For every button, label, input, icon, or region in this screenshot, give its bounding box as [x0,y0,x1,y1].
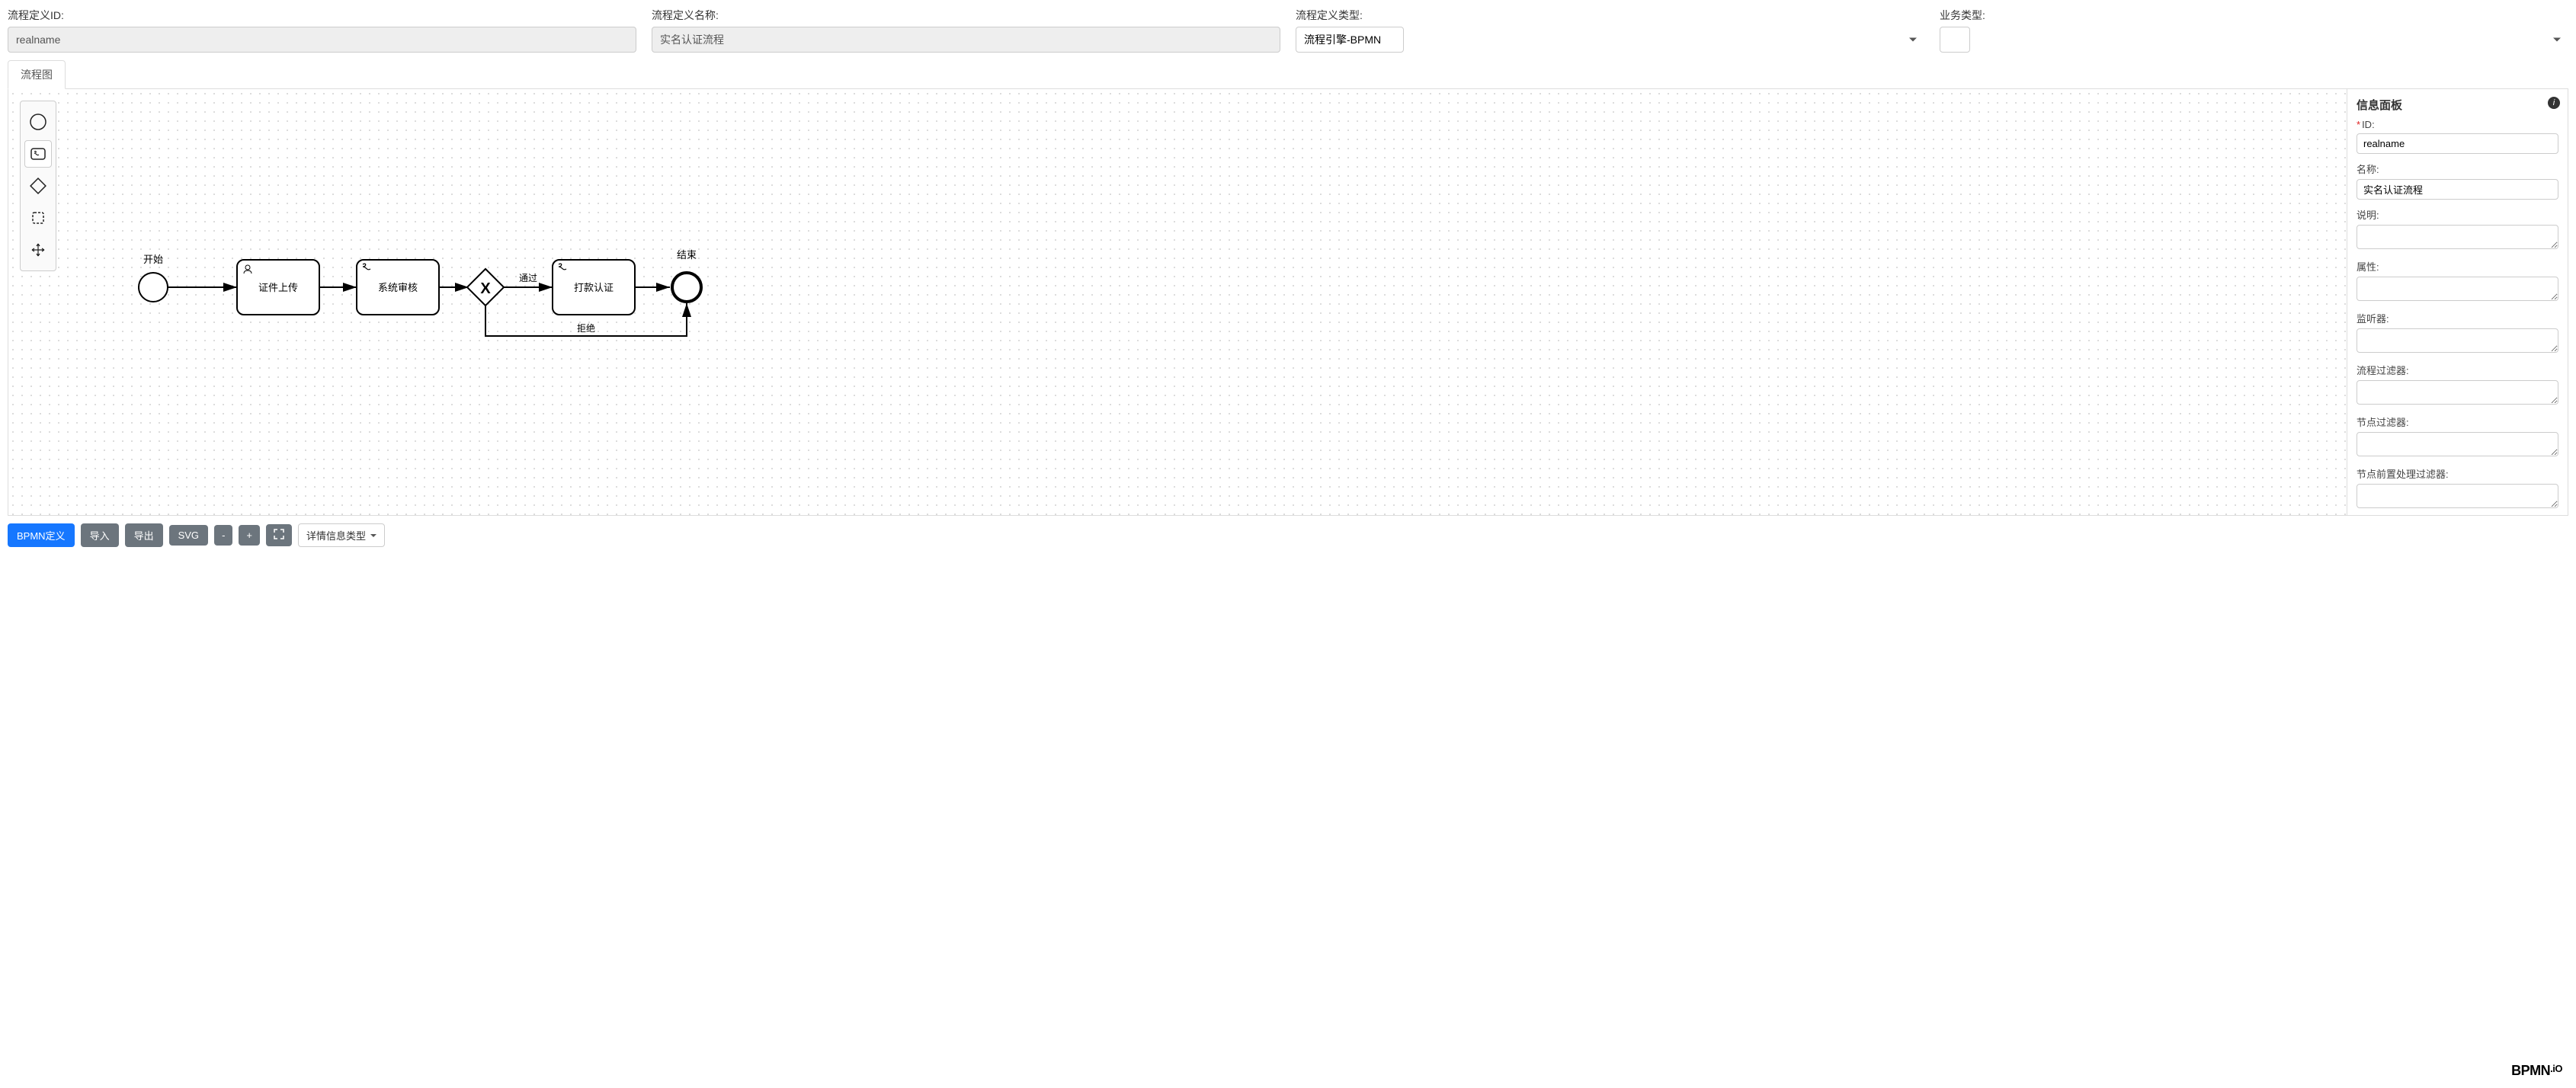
panel-name-label: 名称: [2357,162,2558,176]
exclusive-gateway[interactable]: X [467,269,504,306]
detail-type-dropdown[interactable]: 详情信息类型 [298,523,385,547]
task-upload-label: 证件上传 [258,282,298,293]
panel-desc-input[interactable] [2357,225,2558,249]
proc-type-label: 流程定义类型: [1296,8,1924,23]
task-review-label: 系统审核 [378,282,418,293]
fullscreen-button[interactable] [266,524,292,546]
panel-attr-input[interactable] [2357,277,2558,301]
proc-id-label: 流程定义ID: [8,8,636,23]
task-payment-label: 打款认证 [574,282,614,293]
panel-node-pre-filter-input[interactable] [2357,484,2558,508]
proc-name-label: 流程定义名称: [652,8,1280,23]
biz-type-label: 业务类型: [1940,8,2568,23]
end-event[interactable] [672,273,701,302]
panel-name-input[interactable] [2357,179,2558,200]
proc-id-input [8,27,636,53]
panel-flow-filter-label: 流程过滤器: [2357,363,2558,377]
panel-listener-label: 监听器: [2357,311,2558,325]
info-panel-title: 信息面板 [2357,97,2558,113]
bpmn-def-button[interactable]: BPMN定义 [8,523,75,547]
panel-flow-filter-input[interactable] [2357,380,2558,405]
zoom-in-button[interactable]: + [239,525,260,546]
panel-node-pre-filter-label: 节点前置处理过滤器: [2357,466,2558,481]
proc-type-select[interactable]: 流程引擎-BPMN [1296,27,1404,53]
panel-id-input[interactable] [2357,133,2558,154]
import-button[interactable]: 导入 [81,523,119,547]
svg-button[interactable]: SVG [169,525,208,546]
flow-gateway-reject-label: 拒绝 [577,322,595,334]
flow-gateway-pass-label: 通过 [519,273,537,283]
start-event-label: 开始 [143,254,163,265]
panel-attr-label: 属性: [2357,259,2558,274]
info-icon[interactable]: i [2548,97,2560,109]
proc-name-input [652,27,1280,53]
fullscreen-icon [274,529,284,539]
biz-type-select[interactable] [1940,27,1970,53]
export-button[interactable]: 导出 [125,523,163,547]
bpmn-diagram: 开始 证件上传 系统审核 [8,89,771,394]
zoom-out-button[interactable]: - [214,525,232,546]
panel-node-filter-input[interactable] [2357,432,2558,456]
start-event[interactable] [139,273,168,302]
bpmn-io-logo: BPMN.iO [2511,1063,2562,1079]
panel-desc-label: 说明: [2357,207,2558,222]
panel-node-filter-label: 节点过滤器: [2357,414,2558,429]
info-panel: i 信息面板 *ID: 名称: 说明: 属性: 监听器: [2347,89,2568,515]
end-event-label: 结束 [677,249,697,261]
svg-text:X: X [480,280,491,297]
panel-listener-input[interactable] [2357,328,2558,353]
caret-down-icon [370,534,376,537]
bpmn-canvas[interactable]: 开始 证件上传 系统审核 [8,89,2347,515]
panel-id-label: *ID: [2357,119,2558,130]
tab-flow-diagram[interactable]: 流程图 [8,60,66,89]
